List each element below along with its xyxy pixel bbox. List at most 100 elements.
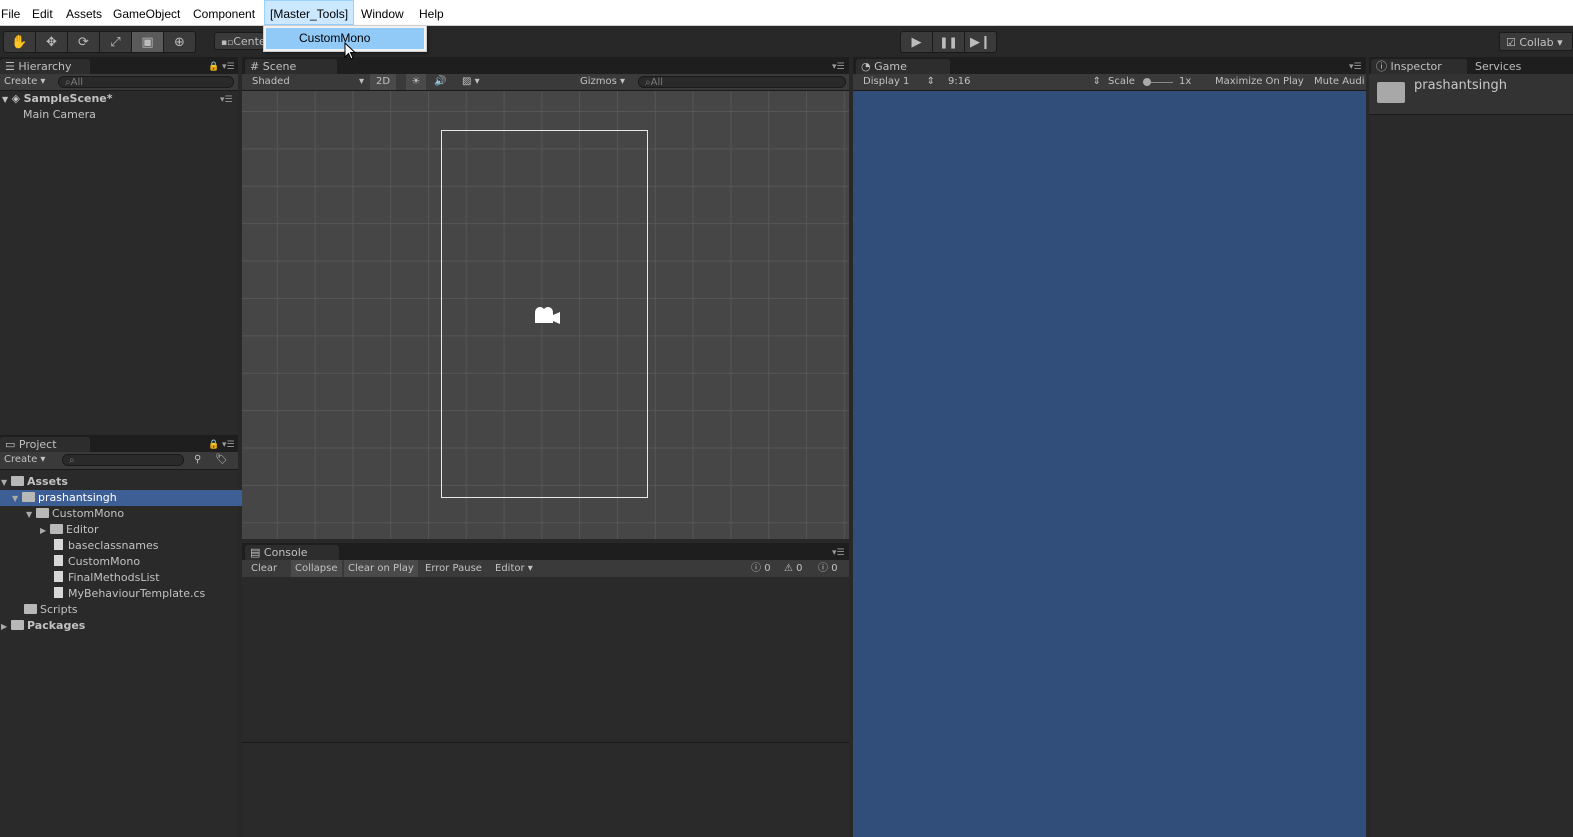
audio-toggle-icon[interactable]: 🔊 — [434, 74, 446, 90]
pivot-center-toggle[interactable]: ▪▫Center — [214, 32, 264, 50]
menu-assets[interactable]: Assets — [66, 0, 102, 25]
dropdown-arrow-icon: ⇕ — [1092, 76, 1101, 87]
aspect-dropdown[interactable]: 9:16 ⇕ — [948, 74, 1101, 90]
project-toolbar: Create ▾ ⌕ ⚲ 🏷 — [0, 452, 238, 470]
step-icon[interactable]: ▶❙ — [965, 32, 996, 52]
menu-gameobject[interactable]: GameObject — [113, 0, 180, 25]
tab-inspector[interactable]: ⓘ Inspector — [1371, 59, 1467, 74]
tab-scene[interactable]: # Scene — [245, 59, 337, 74]
project-create-button[interactable]: Create ▾ — [4, 452, 45, 468]
tab-scene-label: Scene — [262, 60, 297, 73]
hierarchy-item-main-camera[interactable]: Main Camera — [23, 107, 96, 123]
list-item[interactable]: Scripts — [0, 602, 262, 618]
warning-count-toggle[interactable]: ⚠ 0 — [780, 560, 807, 577]
game-viewport[interactable] — [853, 91, 1366, 837]
console-icon: ▤ — [250, 546, 261, 559]
scale-tool-icon[interactable]: ⤢ — [100, 32, 132, 52]
clear-on-play-button[interactable]: Clear on Play — [344, 560, 418, 577]
pivot-label: Center — [233, 35, 263, 48]
info-icon: ⓘ — [1376, 60, 1387, 73]
tab-hierarchy[interactable]: ☰ Hierarchy — [0, 59, 90, 74]
label-tag-icon[interactable]: 🏷 — [215, 452, 228, 468]
menu-master-tools[interactable]: [Master_Tools] — [264, 0, 355, 25]
rotate-tool-icon[interactable]: ⟳ — [68, 32, 100, 52]
editor-dropdown[interactable]: Editor ▾ — [491, 560, 537, 577]
maximize-on-play-toggle[interactable]: Maximize On Play — [1215, 74, 1304, 90]
scene-viewport[interactable] — [242, 91, 849, 539]
menu-edit[interactable]: Edit — [32, 0, 53, 25]
hierarchy-tabstrip: ☰ Hierarchy 🔒 ▾☰ — [0, 57, 238, 74]
panel-menu-icon[interactable]: ▾☰ — [832, 62, 845, 72]
tab-console[interactable]: ▤ Console — [245, 545, 339, 560]
warning-count: 0 — [796, 563, 803, 574]
move-tool-icon[interactable]: ✥ — [36, 32, 68, 52]
2d-toggle[interactable]: 2D — [370, 74, 396, 90]
effects-toggle-icon[interactable]: ▨ ▾ — [462, 74, 480, 90]
list-item[interactable]: ▼ CustomMono — [0, 506, 264, 522]
scene-menu-icon[interactable]: ▾☰ — [220, 95, 233, 105]
scale-slider[interactable] — [1143, 74, 1173, 90]
project-panel: ▭ Project 🔒 ▾☰ Create ▾ ⌕ ⚲ 🏷 ▼ Assets ▼ p… — [0, 435, 250, 837]
display-dropdown[interactable]: Display 1 ⇕ — [863, 74, 935, 90]
mute-audio-toggle[interactable]: Mute Audi — [1314, 74, 1366, 90]
gizmos-dropdown[interactable]: Gizmos ▾ — [580, 74, 625, 90]
lock-icon[interactable]: 🔒 — [208, 62, 219, 72]
lock-icon[interactable]: 🔒 — [208, 440, 219, 450]
panel-menu-icon[interactable]: ▾☰ — [222, 440, 235, 450]
log-count-toggle[interactable]: ⓘ 0 — [747, 560, 775, 577]
hierarchy-toolbar: Create ▾ ⌕All — [0, 74, 238, 91]
project-search-input[interactable]: ⌕ — [62, 454, 184, 466]
dropdown-arrow-icon: ▾ — [358, 76, 364, 87]
expand-arrow-icon: ▼ — [12, 494, 19, 503]
console-panel: ▤ Console ▾☰ Clear Collapse Clear on Pla… — [242, 543, 849, 837]
row-label: Assets — [27, 475, 68, 488]
menu-help[interactable]: Help — [419, 0, 444, 25]
camera-gizmo-icon[interactable] — [530, 304, 562, 328]
rect-tool-icon[interactable]: ▣ — [132, 32, 164, 52]
game-panel: ◔ Game ▾☰ Display 1 ⇕ 9:16 ⇕ Scale 1x Maxi… — [853, 57, 1366, 837]
panel-menu-icon[interactable]: ▾☰ — [1349, 62, 1362, 72]
log-count: 0 — [764, 563, 771, 574]
hand-tool-icon[interactable]: ✋ — [4, 32, 36, 52]
transform-tool-icon[interactable]: ⊕ — [164, 32, 195, 52]
hierarchy-create-button[interactable]: Create ▾ — [4, 74, 45, 90]
panel-menu-icon[interactable]: ▾☰ — [222, 62, 235, 72]
collab-button[interactable]: ☑ Collab ▾ — [1499, 32, 1573, 51]
shading-mode-dropdown[interactable]: Shaded ▾ — [252, 74, 364, 90]
folder-icon — [1377, 82, 1405, 103]
warning-icon: ⚠ — [784, 563, 793, 574]
pause-icon[interactable]: ❚❚ — [933, 32, 965, 52]
play-controls: ▶ ❚❚ ▶❙ — [900, 31, 997, 53]
tab-project[interactable]: ▭ Project — [0, 437, 90, 452]
error-pause-button[interactable]: Error Pause — [421, 560, 486, 577]
tab-console-label: Console — [263, 546, 308, 559]
panel-menu-icon[interactable]: ▾☰ — [832, 548, 845, 558]
collapsed-arrow-icon: ▶ — [40, 526, 47, 535]
tab-game-label: Game — [874, 60, 907, 73]
lighting-toggle-icon[interactable]: ☀ — [406, 74, 426, 90]
tab-services[interactable]: Services — [1470, 59, 1550, 74]
game-tabstrip: ◔ Game ▾☰ — [853, 57, 1366, 74]
menu-window[interactable]: Window — [361, 0, 404, 25]
scene-root-row[interactable]: ▼ ◈ SampleScene* — [2, 91, 112, 107]
tab-game[interactable]: ◔ Game — [856, 59, 950, 74]
clear-button[interactable]: Clear — [247, 560, 281, 577]
hierarchy-search-input[interactable]: ⌕All — [58, 76, 234, 88]
scene-panel: # Scene ▾☰ Shaded ▾ 2D ☀ 🔊 ▨ ▾ Gizmos ▾ ⌕… — [242, 57, 849, 539]
error-count-toggle[interactable]: ⓘ 0 — [814, 560, 842, 577]
list-item[interactable]: ▼ prashantsingh — [0, 490, 250, 506]
console-log-area[interactable] — [242, 577, 849, 743]
pivot-icon: ▪▫ — [221, 38, 234, 48]
menu-component[interactable]: Component — [193, 0, 255, 25]
list-item[interactable]: ▼ Assets — [0, 474, 239, 490]
menu-file[interactable]: File — [1, 0, 20, 25]
list-item[interactable]: ▶ Packages — [0, 618, 239, 634]
filter-type-icon[interactable]: ⚲ — [194, 452, 201, 468]
inspector-object-name: prashantsingh — [1414, 78, 1507, 93]
scene-search-input[interactable]: ⌕All — [638, 76, 846, 88]
list-item[interactable]: ▶ Editor — [0, 522, 278, 538]
row-label: Packages — [27, 619, 86, 632]
editor-label: Editor — [495, 563, 525, 574]
play-icon[interactable]: ▶ — [901, 32, 933, 52]
collapse-button[interactable]: Collapse — [291, 560, 342, 577]
